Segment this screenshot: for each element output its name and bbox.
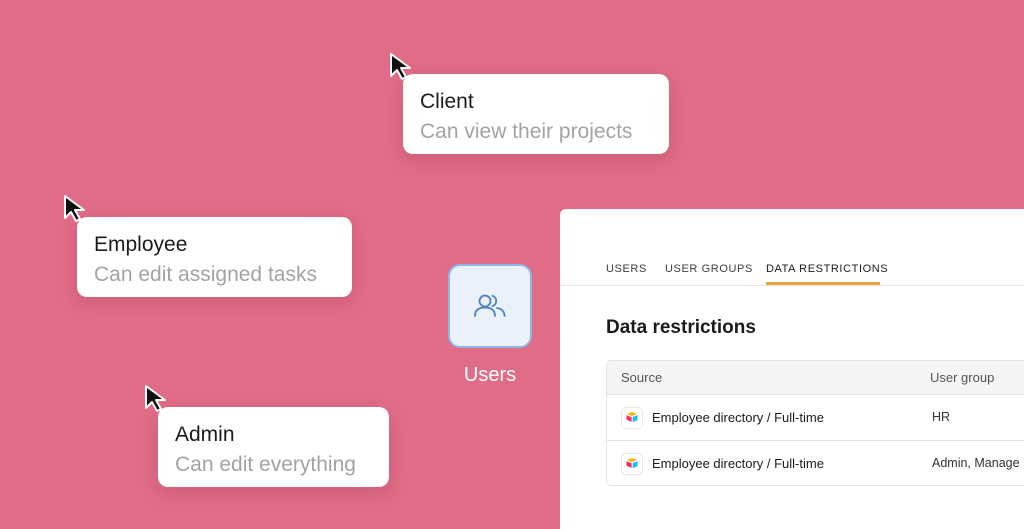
user-group-cell: Admin, Manage [932, 456, 1020, 470]
column-header-user-group[interactable]: User group [930, 370, 994, 385]
airtable-logo-icon [621, 407, 643, 429]
table-row[interactable]: Employee directory / Full-time HR [607, 395, 1024, 441]
role-title: Client [420, 90, 474, 113]
source-cell: Employee directory / Full-time [652, 410, 824, 425]
tab-bar: USERS USER GROUPS DATA RESTRICTIONS [560, 209, 1024, 286]
data-restrictions-panel: USERS USER GROUPS DATA RESTRICTIONS Data… [560, 209, 1024, 529]
active-tab-indicator [766, 282, 880, 285]
tab-users[interactable]: USERS [606, 263, 647, 275]
role-description: Can edit everything [175, 453, 356, 476]
tab-data-restrictions[interactable]: DATA RESTRICTIONS [766, 263, 888, 275]
airtable-logo-icon [621, 453, 643, 475]
table-header: Source User group [607, 361, 1024, 395]
restrictions-table: Source User group Employee directory / F… [606, 360, 1024, 486]
role-description: Can view their projects [420, 120, 633, 143]
users-label: Users [463, 364, 517, 386]
column-header-source[interactable]: Source [621, 370, 662, 385]
table-row[interactable]: Employee directory / Full-time Admin, Ma… [607, 441, 1024, 485]
users-icon [474, 294, 506, 317]
role-title: Admin [175, 423, 235, 446]
source-cell: Employee directory / Full-time [652, 456, 824, 471]
role-description: Can edit assigned tasks [94, 263, 317, 286]
user-group-cell: HR [932, 410, 951, 424]
users-tile[interactable] [448, 264, 532, 348]
role-card-employee[interactable]: Employee Can edit assigned tasks [77, 217, 352, 297]
role-card-client[interactable]: Client Can view their projects [403, 74, 669, 154]
page-title: Data restrictions [606, 317, 756, 338]
role-card-admin[interactable]: Admin Can edit everything [158, 407, 389, 487]
role-title: Employee [94, 233, 188, 256]
tab-user-groups[interactable]: USER GROUPS [665, 263, 753, 275]
